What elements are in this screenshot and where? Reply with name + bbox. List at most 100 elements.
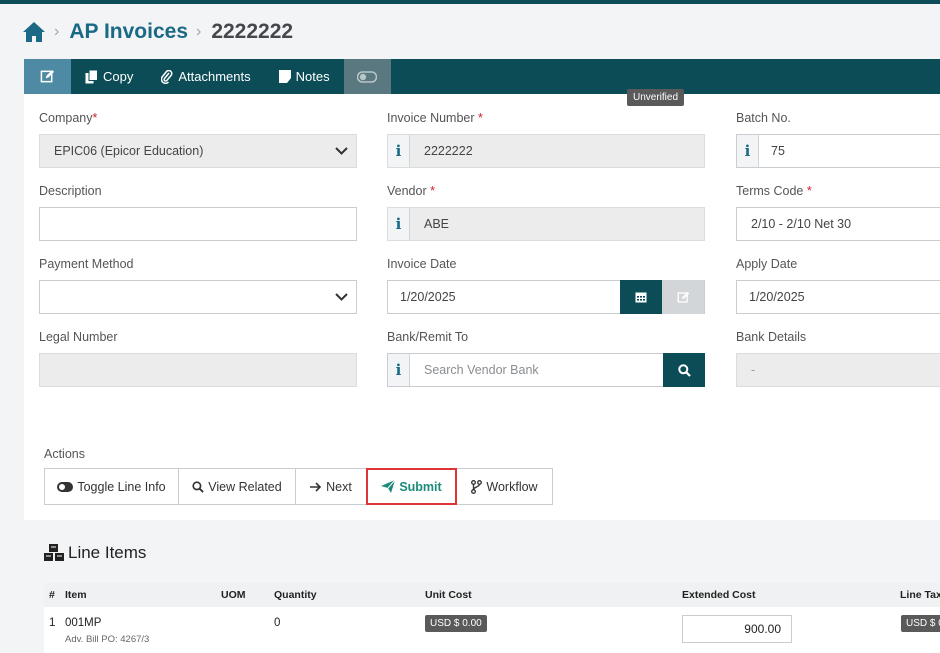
submit-button[interactable]: Submit: [366, 468, 457, 505]
column-header: #: [49, 589, 55, 601]
column-header: Extended Cost: [682, 589, 756, 601]
line-number: 1: [49, 617, 56, 629]
chevron-down-icon: [326, 293, 356, 301]
bank-remit-label: Bank/Remit To: [387, 330, 469, 344]
workflow-button[interactable]: Workflow: [456, 468, 553, 505]
column-header: UOM: [221, 589, 246, 601]
payment-method-select[interactable]: [39, 280, 357, 314]
column-header: Item: [65, 589, 87, 601]
unit-cost-badge: USD $ 0.00: [425, 615, 487, 632]
workflow-label: Workflow: [486, 479, 538, 494]
terms-code-value: 2/10 - 2/10 Net 30: [751, 217, 852, 231]
arrow-right-icon: [310, 481, 322, 492]
notes-button[interactable]: Notes: [265, 59, 344, 94]
terms-code-label: Terms Code *: [736, 184, 812, 198]
branch-icon: [471, 479, 483, 494]
description-label: Description: [39, 184, 102, 198]
breadcrumb-record: 2222222: [211, 20, 294, 43]
invoice-number-field[interactable]: i 2222222: [387, 134, 705, 168]
vendor-label: Vendor *: [387, 184, 435, 198]
invoice-date-label: Invoice Date: [387, 257, 457, 271]
line-items-title: Line Items: [44, 543, 146, 563]
toggle-icon: [357, 70, 378, 83]
edit-icon: [40, 69, 55, 83]
company-label: Company*: [39, 111, 98, 125]
actions-bar: Toggle Line Info View Related Next Submi…: [44, 468, 553, 505]
terms-code-select[interactable]: 2/10 - 2/10 Net 30: [736, 207, 940, 241]
line-quantity: 0: [274, 617, 281, 629]
edit-icon: [677, 291, 689, 303]
apply-date-label: Apply Date: [736, 257, 798, 271]
bank-remit-field[interactable]: i Search Vendor Bank: [387, 353, 705, 387]
copy-button[interactable]: Copy: [71, 59, 147, 94]
view-related-button[interactable]: View Related: [178, 468, 296, 505]
apply-date-value: 1/20/2025: [749, 290, 805, 304]
company-value: EPIC06 (Epicor Education): [54, 144, 204, 158]
notes-label: Notes: [295, 69, 330, 84]
actions-label: Actions: [44, 447, 85, 461]
legal-number-label: Legal Number: [39, 330, 118, 344]
note-icon: [278, 70, 291, 83]
search-icon: [677, 363, 691, 377]
chevron-down-icon: [326, 147, 356, 155]
attachments-button[interactable]: Attachments: [147, 59, 264, 94]
line-items-header: # Item UOM Quantity Unit Cost Extended C…: [44, 583, 940, 607]
cubes-icon: [44, 544, 64, 561]
apply-date-field[interactable]: 1/20/2025: [736, 280, 940, 314]
toggle-icon: [57, 481, 74, 492]
legal-number-field: [39, 353, 357, 387]
toggle-line-info-button[interactable]: Toggle Line Info: [44, 468, 179, 505]
invoice-number-value: 2222222: [424, 144, 473, 158]
breadcrumb: › AP Invoices › 2222222: [22, 17, 293, 47]
calendar-icon: [635, 292, 647, 303]
payment-method-label: Payment Method: [39, 257, 134, 271]
bank-details-field: -: [736, 353, 940, 387]
batch-no-label: Batch No.: [736, 111, 791, 125]
breadcrumb-separator: ›: [54, 23, 60, 40]
batch-no-field[interactable]: i 75: [736, 134, 940, 168]
calendar-button[interactable]: [620, 280, 662, 314]
search-button[interactable]: [663, 353, 705, 387]
date-edit-button[interactable]: [662, 280, 704, 314]
line-item-part: 001MP: [65, 617, 102, 629]
info-icon[interactable]: i: [388, 354, 410, 386]
batch-no-value: 75: [771, 144, 785, 158]
view-related-label: View Related: [208, 479, 282, 494]
invoice-date-field[interactable]: 1/20/2025: [387, 280, 705, 314]
search-icon: [192, 480, 205, 493]
line-tax-badge: USD $ 0: [901, 615, 940, 632]
unverified-badge: Unverified: [627, 89, 685, 106]
column-header: Unit Cost: [425, 589, 472, 601]
info-icon[interactable]: i: [388, 135, 410, 167]
invoice-date-value: 1/20/2025: [400, 290, 456, 304]
next-label: Next: [326, 479, 352, 494]
toggle-switch[interactable]: [343, 59, 391, 94]
record-toolbar: Copy Attachments Notes: [24, 59, 940, 94]
column-header: Quantity: [274, 589, 317, 601]
description-input[interactable]: [39, 207, 357, 241]
home-icon[interactable]: [22, 21, 46, 43]
bank-remit-placeholder: Search Vendor Bank: [424, 363, 539, 377]
breadcrumb-separator: ›: [196, 23, 202, 40]
breadcrumb-module-link[interactable]: AP Invoices: [69, 20, 188, 44]
vendor-field[interactable]: i ABE: [387, 207, 705, 241]
table-row[interactable]: 1 001MP Adv. Bill PO: 4267/3 0 USD $ 0.0…: [44, 607, 940, 653]
info-icon[interactable]: i: [388, 208, 410, 240]
vendor-value: ABE: [424, 217, 450, 231]
copy-label: Copy: [103, 69, 134, 84]
company-select[interactable]: EPIC06 (Epicor Education): [39, 134, 357, 168]
extended-cost-input[interactable]: 900.00: [682, 615, 792, 643]
top-accent-bar: [0, 0, 940, 4]
submit-label: Submit: [399, 479, 442, 494]
bank-details-value: -: [751, 363, 756, 377]
next-button[interactable]: Next: [295, 468, 367, 505]
info-icon[interactable]: i: [737, 135, 759, 167]
line-item-reference: Adv. Bill PO: 4267/3: [65, 634, 150, 645]
edit-button[interactable]: [24, 59, 71, 94]
column-header: Line Tax: [900, 589, 940, 601]
toggle-line-info-label: Toggle Line Info: [77, 479, 166, 494]
paper-plane-icon: [381, 480, 396, 493]
bank-details-label: Bank Details: [736, 330, 807, 344]
paperclip-icon: [161, 69, 173, 84]
invoice-number-label: Invoice Number *: [387, 111, 483, 125]
